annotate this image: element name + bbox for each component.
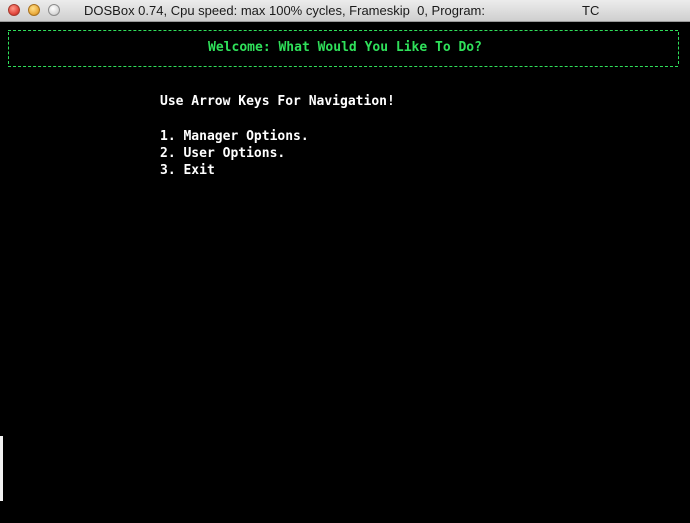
dos-screen[interactable]: Welcome: What Would You Like To Do? Use … bbox=[0, 22, 690, 523]
window-edge-artifact bbox=[0, 436, 3, 501]
main-menu: 1. Manager Options. 2. User Options. 3. … bbox=[160, 128, 309, 179]
welcome-banner: Welcome: What Would You Like To Do? bbox=[208, 40, 482, 55]
banner-border-top bbox=[8, 30, 678, 31]
window-title: DOSBox 0.74, Cpu speed: max 100% cycles,… bbox=[84, 3, 486, 18]
navigation-hint: Use Arrow Keys For Navigation! bbox=[160, 94, 395, 109]
program-name: TC bbox=[582, 3, 600, 18]
zoom-icon[interactable] bbox=[48, 4, 60, 16]
menu-item-exit[interactable]: 3. Exit bbox=[160, 162, 309, 179]
title-bar[interactable]: DOSBox 0.74, Cpu speed: max 100% cycles,… bbox=[0, 0, 690, 22]
minimize-icon[interactable] bbox=[28, 4, 40, 16]
banner-border-bottom bbox=[8, 66, 678, 67]
menu-item-manager-options[interactable]: 1. Manager Options. bbox=[160, 128, 309, 145]
menu-item-user-options[interactable]: 2. User Options. bbox=[160, 145, 309, 162]
close-icon[interactable] bbox=[8, 4, 20, 16]
dosbox-window: DOSBox 0.74, Cpu speed: max 100% cycles,… bbox=[0, 0, 690, 523]
